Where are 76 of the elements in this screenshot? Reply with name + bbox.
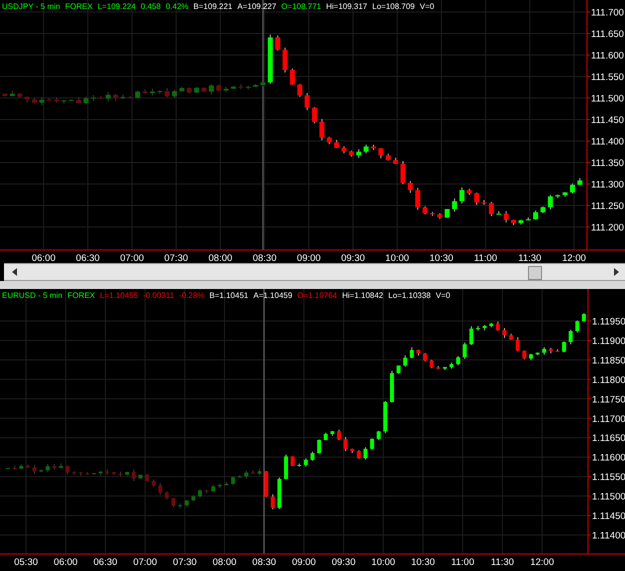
time-label: 06:00 <box>32 253 56 263</box>
left-arrow-icon[interactable] <box>12 268 17 276</box>
price-label: 1.11950 <box>592 316 625 328</box>
quote-value: 0.458 <box>140 2 161 11</box>
time-label: 09:00 <box>296 253 321 263</box>
time-label: 08:30 <box>252 253 276 263</box>
price-label: 111.400 <box>591 136 624 148</box>
quote-value: Lo=108.709 <box>372 2 415 11</box>
time-label: 09:30 <box>341 253 365 263</box>
price-label: 1.11900 <box>592 336 625 347</box>
price-label: 111.500 <box>591 94 624 104</box>
time-label: 06:30 <box>94 557 118 568</box>
time-label: 11:30 <box>490 557 514 568</box>
time-label: 10:00 <box>385 253 410 263</box>
quote-value: L=109.224 <box>98 2 136 11</box>
time-label: 08:00 <box>212 557 236 568</box>
quote-value: Lo=1.10338 <box>388 291 431 300</box>
symbol-label: EURUSD - 5 min <box>2 291 62 300</box>
right-arrow-icon[interactable] <box>614 268 619 276</box>
quote-value: L=1.10455 <box>100 291 138 300</box>
time-label: 09:30 <box>332 557 356 568</box>
time-label: 10:00 <box>371 557 396 568</box>
price-label: 111.200 <box>591 222 624 234</box>
time-label: 11:00 <box>474 253 498 263</box>
price-label: 111.350 <box>591 158 624 169</box>
price-label: 111.650 <box>591 29 624 40</box>
horizontal-scrollbar[interactable] <box>4 263 625 281</box>
quote-value: B=1.10451 <box>209 291 248 300</box>
time-label: 11:30 <box>518 253 542 263</box>
price-label: 1.11600 <box>592 452 625 464</box>
time-label: 10:30 <box>430 253 454 263</box>
time-label: 11:00 <box>451 557 474 568</box>
quote-value: V=0 <box>436 291 450 300</box>
time-label: 12:00 <box>530 557 554 568</box>
time-label: 07:30 <box>164 253 188 263</box>
quote-value: FOREX <box>65 2 93 11</box>
price-label: 1.11450 <box>592 511 625 522</box>
price-label: 111.450 <box>591 115 624 126</box>
price-label: 1.11700 <box>592 414 625 425</box>
quote-value: -0.00311 <box>143 291 174 300</box>
symbol-label: USDJPY - 5 min <box>2 2 60 11</box>
time-label: 06:00 <box>54 557 78 568</box>
price-label: 1.11500 <box>592 492 625 503</box>
quote-value: O=108.771 <box>281 2 322 11</box>
quote-value: A=109.227 <box>237 2 276 11</box>
time-label: 07:00 <box>133 557 157 568</box>
quote-value: B=109.221 <box>193 2 232 11</box>
price-label: 1.11650 <box>592 433 625 444</box>
quote-value: Hi=109.317 <box>326 2 368 11</box>
price-label: 1.11800 <box>592 374 625 386</box>
quote-value: Hi=1.10842 <box>342 291 384 300</box>
price-label: 1.11750 <box>592 394 625 406</box>
price-label: 111.300 <box>591 180 624 190</box>
time-label: 09:00 <box>292 557 316 568</box>
time-label: 07:30 <box>172 557 197 568</box>
price-label: 1.11400 <box>592 530 625 542</box>
scrollbar-thumb[interactable] <box>528 266 542 280</box>
price-label: 111.700 <box>591 8 624 18</box>
price-label: 1.11550 <box>592 472 625 484</box>
quote-value: V=0 <box>420 2 434 11</box>
price-label: 111.250 <box>591 201 624 212</box>
time-label: 06:30 <box>76 253 100 263</box>
time-label: 08:00 <box>208 253 232 263</box>
quote-value: 0.42% <box>166 2 188 11</box>
time-label: 05:30 <box>14 557 38 568</box>
time-label: 10:30 <box>411 557 435 568</box>
time-label: 12:00 <box>562 253 586 263</box>
price-label: 1.11850 <box>592 355 625 366</box>
time-label: 07:00 <box>120 253 144 263</box>
price-label: 111.600 <box>591 50 624 62</box>
quote-value: O=1.10764 <box>297 291 338 300</box>
price-label: 111.550 <box>591 72 624 83</box>
quote-value: A=1.10459 <box>253 291 292 300</box>
quote-value: -0.28% <box>179 291 204 300</box>
quote-value: FOREX <box>67 291 96 300</box>
time-label: 08:30 <box>252 557 276 568</box>
